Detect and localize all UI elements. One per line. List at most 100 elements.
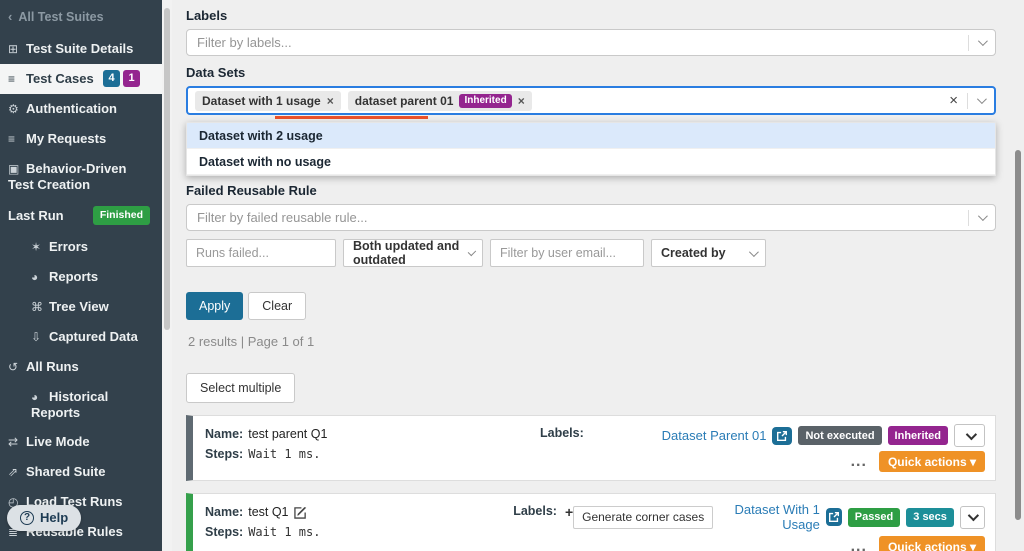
content-scrollbar-thumb[interactable] bbox=[164, 8, 170, 330]
main-panel: Labels Data Sets Dataset with 1 usage× da… bbox=[172, 0, 1024, 551]
status-line: Dataset Parent 01Not executedInherited bbox=[662, 424, 985, 447]
divider bbox=[967, 93, 968, 109]
clear-all-icon[interactable]: × bbox=[949, 92, 958, 109]
sidebar-item-label: Authentication bbox=[26, 101, 117, 116]
status-badge: Inherited bbox=[888, 426, 948, 445]
annotation-underline bbox=[275, 116, 428, 119]
dropdown-option[interactable]: Dataset with no usage bbox=[187, 149, 995, 175]
datasets-select-controls: × bbox=[949, 92, 984, 109]
expand-row-button[interactable] bbox=[960, 506, 985, 529]
user-email-input[interactable] bbox=[500, 246, 634, 260]
sidebar-item-authentication[interactable]: ⚙Authentication bbox=[0, 94, 162, 124]
quick-actions-line: ... Quick actions ▾ bbox=[662, 451, 985, 472]
wrench-icon: ⚙ bbox=[8, 102, 26, 117]
add-label-icon[interactable]: + bbox=[565, 504, 573, 551]
quick-actions-button[interactable]: Quick actions ▾ bbox=[879, 451, 985, 472]
sidebar-item-shared-suite[interactable]: ⇗Shared Suite bbox=[0, 457, 162, 487]
labels-label: Labels: bbox=[513, 504, 557, 551]
labels-filter-input[interactable] bbox=[197, 35, 959, 50]
chevron-down-icon bbox=[965, 428, 976, 439]
remove-chip-icon[interactable]: × bbox=[518, 94, 525, 108]
sidebar-item-historical-reports[interactable]: ◕Historical Reports bbox=[0, 382, 162, 427]
sidebar-item-partially-hidden-item[interactable]: ta bbox=[0, 547, 162, 551]
sidebar-item-reports[interactable]: ◕Reports bbox=[0, 262, 162, 292]
remove-chip-icon[interactable]: × bbox=[327, 94, 334, 108]
chevron-down-icon[interactable] bbox=[978, 211, 988, 221]
help-button[interactable]: ? Help bbox=[7, 505, 81, 531]
sidebar-item-test-cases[interactable]: ≡Test Cases41 bbox=[0, 64, 162, 94]
generate-corner-cases-button[interactable]: Generate corner cases bbox=[573, 506, 713, 529]
page-scrollbar-thumb[interactable] bbox=[1015, 150, 1021, 520]
results-summary-top: 2 results | Page 1 of 1 bbox=[188, 334, 996, 349]
datasets-multiselect[interactable]: Dataset with 1 usage× dataset parent 01In… bbox=[186, 86, 996, 115]
edit-icon[interactable] bbox=[294, 506, 307, 519]
datasets-dropdown: Dataset with 2 usageDataset with no usag… bbox=[186, 122, 996, 176]
dataset-chip: Dataset with 1 usage× bbox=[195, 91, 341, 111]
more-options-button[interactable]: ... bbox=[851, 538, 867, 551]
sidebar-item-last-run[interactable]: Last RunFinished bbox=[0, 199, 162, 232]
test-case-name: test Q1 bbox=[248, 502, 288, 522]
filter-actions: Apply Clear bbox=[186, 292, 996, 320]
content-scrollbar-track bbox=[162, 0, 172, 551]
sidebar-item-label: Test Suite Details bbox=[26, 41, 133, 56]
dataset-chip-label: dataset parent 01 bbox=[355, 94, 454, 108]
test-case-info: Name:test parent Q1Steps:Wait 1 ms. bbox=[205, 424, 540, 472]
sidebar-item-all-runs[interactable]: ↺All Runs bbox=[0, 352, 162, 382]
external-link-icon[interactable] bbox=[772, 427, 792, 445]
more-options-button[interactable]: ... bbox=[851, 453, 867, 471]
test-case-name: test parent Q1 bbox=[248, 424, 327, 444]
failed-rule-input[interactable] bbox=[197, 210, 959, 225]
expand-row-button[interactable] bbox=[954, 424, 985, 447]
test-case-steps: Wait 1 ms. bbox=[248, 444, 320, 464]
quick-actions-line: ... Quick actions ▾ bbox=[573, 536, 985, 551]
steps-label: Steps: bbox=[205, 522, 243, 542]
updated-outdated-select[interactable]: Both updated and outdated bbox=[343, 239, 483, 267]
sidebar-item-behavior-driven-test-creation[interactable]: ▣Behavior-Driven Test Creation bbox=[0, 154, 162, 199]
back-to-all-test-suites[interactable]: ‹All Test Suites bbox=[0, 0, 162, 34]
download-icon: ⇩ bbox=[31, 330, 49, 345]
sidebar-item-test-suite-details[interactable]: ⊞Test Suite Details bbox=[0, 34, 162, 64]
count-badge: 1 bbox=[123, 70, 140, 87]
chevron-down-icon[interactable] bbox=[978, 36, 988, 46]
datasets-heading: Data Sets bbox=[186, 65, 996, 80]
runs-failed-input[interactable] bbox=[196, 246, 326, 260]
chevron-down-icon[interactable] bbox=[977, 94, 987, 104]
sidebar-item-label: Captured Data bbox=[49, 329, 138, 344]
sidebar-item-my-requests[interactable]: ≡My Requests bbox=[0, 124, 162, 154]
shuffle-icon: ⇄ bbox=[8, 435, 26, 450]
name-label: Name: bbox=[205, 424, 243, 444]
test-case-actions: Dataset Parent 01Not executedInherited..… bbox=[662, 424, 985, 472]
sidebar-item-label: Tree View bbox=[49, 299, 109, 314]
failed-rule-heading: Failed Reusable Rule bbox=[186, 183, 996, 198]
steps-label: Steps: bbox=[205, 444, 243, 464]
quick-actions-button[interactable]: Quick actions ▾ bbox=[879, 536, 985, 551]
secondary-filters-row: Both updated and outdated Created by bbox=[186, 239, 996, 267]
dataset-link[interactable]: Dataset Parent 01 bbox=[662, 428, 767, 443]
labels-heading: Labels bbox=[186, 8, 996, 23]
test-case-info: Name:test Q1Steps:Wait 1 ms. bbox=[205, 502, 513, 551]
count-badge: 4 bbox=[103, 70, 120, 87]
sidebar-item-live-mode[interactable]: ⇄Live Mode bbox=[0, 427, 162, 457]
sidebar-item-label: My Requests bbox=[26, 131, 106, 146]
status-badge: 3 secs bbox=[906, 508, 954, 527]
dropdown-option[interactable]: Dataset with 2 usage bbox=[187, 123, 995, 149]
select-multiple-button[interactable]: Select multiple bbox=[186, 373, 295, 403]
datasets-select-wrap: Dataset with 1 usage× dataset parent 01In… bbox=[186, 86, 996, 115]
external-link-icon[interactable] bbox=[826, 508, 842, 526]
sidebar-item-errors[interactable]: ✶Errors bbox=[0, 232, 162, 262]
apply-button[interactable]: Apply bbox=[186, 292, 243, 320]
test-case-name-line: Name:test Q1 bbox=[205, 502, 513, 522]
clear-button[interactable]: Clear bbox=[248, 292, 306, 320]
sidebar-nav: ⊞Test Suite Details≡Test Cases41⚙Authent… bbox=[0, 34, 162, 551]
chevron-down-icon bbox=[749, 247, 759, 257]
history-icon: ↺ bbox=[8, 360, 26, 375]
chevron-down-icon bbox=[968, 510, 979, 521]
sidebar-item-label: All Runs bbox=[26, 359, 79, 374]
sidebar-item-captured-data[interactable]: ⇩Captured Data bbox=[0, 322, 162, 352]
dataset-link[interactable]: Dataset With 1 Usage bbox=[719, 502, 820, 532]
robot-icon: ▣ bbox=[8, 162, 26, 177]
sidebar-item-label: Live Mode bbox=[26, 434, 90, 449]
sidebar-item-tree-view[interactable]: ⌘Tree View bbox=[0, 292, 162, 322]
dataset-chip: dataset parent 01Inherited× bbox=[348, 91, 532, 111]
created-by-select[interactable]: Created by bbox=[651, 239, 766, 267]
